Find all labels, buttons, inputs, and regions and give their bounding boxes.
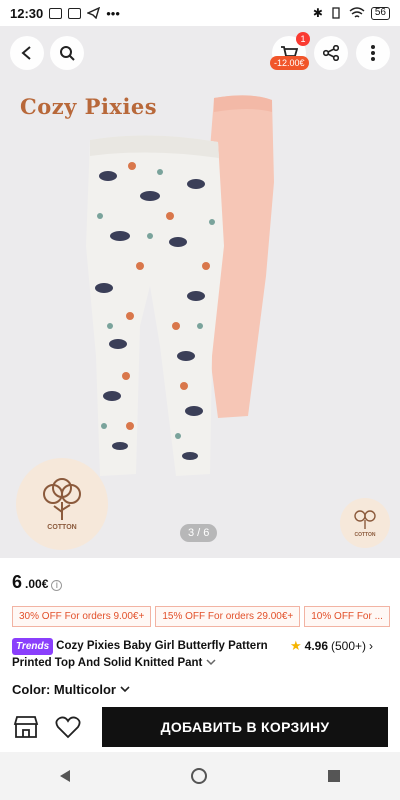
- cotton-badge-large: COTTON: [16, 458, 108, 550]
- coupon-chip[interactable]: 15% OFF For orders 29.00€+: [155, 606, 301, 627]
- more-options-button[interactable]: [356, 36, 390, 70]
- store-icon: [13, 716, 39, 738]
- coupon-chip[interactable]: 10% OFF For ...: [304, 606, 390, 627]
- cart-count-badge: 1: [296, 32, 310, 46]
- rating-value: 4.96: [304, 639, 329, 653]
- nav-back-icon[interactable]: [60, 770, 71, 782]
- coupon-list: 30% OFF For orders 9.00€+ 15% OFF For or…: [12, 606, 392, 627]
- price-main: 6: [12, 572, 23, 592]
- trends-badge: Trends: [12, 638, 54, 655]
- battery-icon: 56: [370, 6, 390, 20]
- system-nav-bar: [0, 752, 400, 800]
- color-label: Color: Multicolor: [12, 682, 116, 697]
- price-currency: .00€: [25, 577, 49, 591]
- star-icon: ★: [290, 638, 302, 653]
- vibrate-icon: [332, 7, 340, 19]
- add-to-cart-button[interactable]: ДОБАВИТЬ В КОРЗИНУ: [102, 707, 388, 747]
- chevron-down-icon: [206, 659, 216, 666]
- search-icon: [60, 46, 75, 61]
- chevron-right-icon: ›: [369, 639, 374, 653]
- brand-logo: Cozy Pixies: [20, 94, 158, 119]
- cotton-badge-small: COTTON: [340, 498, 390, 548]
- calendar-icon: [68, 7, 82, 19]
- review-count: (500+): [331, 639, 367, 653]
- bluetooth-icon: ✱: [312, 6, 323, 20]
- nav-recents-icon[interactable]: [327, 770, 340, 782]
- cotton-icon: [354, 510, 376, 529]
- mail-icon: [49, 7, 63, 19]
- share-button[interactable]: [314, 36, 348, 70]
- rating[interactable]: ★ 4.96 (500+) ›: [290, 638, 373, 654]
- cotton-label: COTTON: [47, 523, 77, 531]
- coupon-chip[interactable]: 30% OFF For orders 9.00€+: [12, 606, 152, 627]
- wifi-icon: [349, 7, 365, 18]
- telegram-icon: [87, 7, 101, 19]
- chevron-down-icon: [120, 686, 130, 693]
- share-icon: [323, 45, 339, 61]
- more-vert-icon: [371, 45, 375, 61]
- more-notifications-icon: •••: [106, 5, 120, 21]
- cotton-label-small: COTTON: [354, 532, 376, 538]
- cotton-icon: [43, 477, 81, 520]
- store-button[interactable]: [12, 713, 40, 741]
- wishlist-button[interactable]: [54, 713, 82, 741]
- heart-icon: [55, 716, 81, 739]
- image-pager: 3 / 6: [180, 524, 218, 542]
- nav-home-icon[interactable]: [190, 768, 207, 784]
- action-bar: ДОБАВИТЬ В КОРЗИНУ: [0, 704, 400, 750]
- product-image-carousel[interactable]: 1 -12.00€ Cozy Pixies COTTON COTTON 3 / …: [0, 26, 400, 558]
- back-button[interactable]: [10, 36, 44, 70]
- color-selector[interactable]: Color: Multicolor: [12, 682, 130, 697]
- status-time: 12:30: [10, 5, 44, 21]
- status-bar: 12:30 ••• ✱ 56: [0, 0, 400, 26]
- info-icon[interactable]: i: [51, 580, 63, 591]
- cart-discount-tag: -12.00€: [270, 56, 309, 70]
- product-title[interactable]: Trends Cozy Pixies Baby Girl Butterfly Pa…: [12, 638, 282, 672]
- price: 6 .00€ i: [12, 572, 63, 593]
- chevron-left-icon: [21, 46, 31, 60]
- search-button[interactable]: [50, 36, 84, 70]
